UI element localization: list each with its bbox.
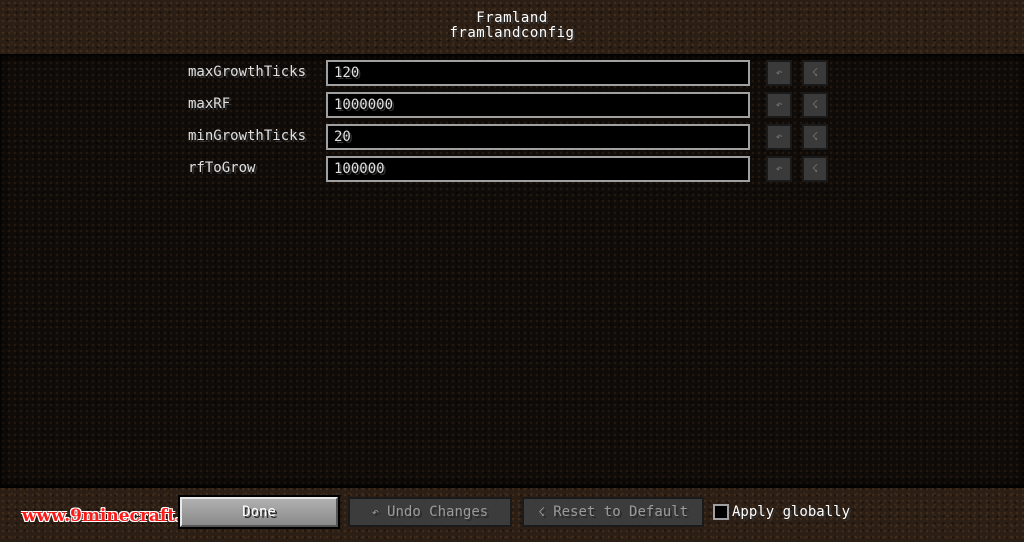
entry-label-rftogrow: rfToGrow	[188, 160, 256, 176]
entry-undo-button[interactable]: ↶	[766, 92, 792, 118]
entry-input-maxgrowthticks[interactable]	[326, 60, 750, 86]
done-button-label: Done	[242, 504, 276, 520]
undo-icon: ↶	[775, 130, 783, 143]
config-subtitle: framlandconfig	[449, 25, 575, 41]
reset-icon: ☇	[537, 505, 546, 519]
screen-footer: www.9minecraft.net Done ↶ Undo Changes ☇ R…	[0, 490, 1024, 542]
config-entry-row: minGrowthTicks ↶ ☇	[0, 124, 1024, 154]
reset-icon: ☇	[811, 66, 819, 79]
entry-label-maxgrowthticks: maxGrowthTicks	[188, 64, 307, 80]
undo-icon: ↶	[775, 98, 783, 111]
config-entry-row: maxGrowthTicks ↶ ☇	[0, 60, 1024, 90]
undo-changes-button[interactable]: ↶ Undo Changes	[348, 497, 512, 527]
config-entry-list[interactable]: maxGrowthTicks ↶ ☇ maxRF ↶ ☇ minGrowthTi…	[0, 54, 1024, 488]
reset-to-default-label: Reset to Default	[553, 504, 689, 520]
entry-reset-button[interactable]: ☇	[802, 124, 828, 150]
undo-icon: ↶	[775, 162, 783, 175]
entry-undo-button[interactable]: ↶	[766, 124, 792, 150]
entry-input-mingrowthticks[interactable]	[326, 124, 750, 150]
reset-icon: ☇	[811, 162, 819, 175]
entry-undo-button[interactable]: ↶	[766, 156, 792, 182]
undo-icon: ↶	[371, 505, 380, 519]
config-title: Framland	[476, 10, 548, 26]
entry-label-maxrf: maxRF	[188, 96, 231, 112]
reset-icon: ☇	[811, 98, 819, 111]
apply-globally-checkbox[interactable]	[713, 504, 729, 520]
reset-to-default-button[interactable]: ☇ Reset to Default	[522, 497, 704, 527]
screen-header: Framland framlandconfig	[0, 0, 1024, 52]
undo-changes-label: Undo Changes	[387, 504, 489, 520]
apply-globally-label[interactable]: Apply globally	[732, 504, 850, 520]
entry-reset-button[interactable]: ☇	[802, 92, 828, 118]
entry-reset-button[interactable]: ☇	[802, 60, 828, 86]
entry-input-rftogrow[interactable]	[326, 156, 750, 182]
entry-reset-button[interactable]: ☇	[802, 156, 828, 182]
undo-icon: ↶	[775, 66, 783, 79]
reset-icon: ☇	[811, 130, 819, 143]
entry-label-mingrowthticks: minGrowthTicks	[188, 128, 307, 144]
entry-undo-button[interactable]: ↶	[766, 60, 792, 86]
config-entry-row: maxRF ↶ ☇	[0, 92, 1024, 122]
done-button[interactable]: Done	[178, 495, 340, 529]
entry-input-maxrf[interactable]	[326, 92, 750, 118]
config-entry-row: rfToGrow ↶ ☇	[0, 156, 1024, 186]
